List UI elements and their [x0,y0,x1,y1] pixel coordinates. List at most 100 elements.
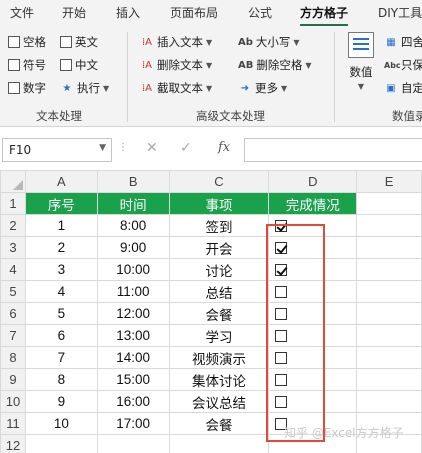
space-checkbox[interactable] [8,36,20,48]
header-cell-no[interactable]: 序号 [24,192,98,215]
cell-status[interactable] [268,368,358,391]
cell-time[interactable]: 8:00 [96,214,170,237]
cell-time[interactable]: 17:00 [96,412,170,435]
column-header-e[interactable]: E [356,170,422,193]
english-option[interactable]: 英文 [60,34,98,50]
cell-time[interactable]: 10:00 [96,258,170,281]
number-checkbox[interactable] [8,82,20,94]
column-header-c[interactable]: C [168,170,270,193]
cell-item[interactable]: 集体讨论 [168,368,270,391]
unchecked-checkbox[interactable] [275,374,288,387]
custom-button[interactable]: ▣ 自定 [384,80,422,96]
cell-status[interactable] [268,346,358,369]
only-keep-button[interactable]: Abc 只保 [384,57,422,73]
cell-no[interactable]: 2 [24,236,98,259]
insert-function-icon[interactable]: fx [218,140,230,155]
cell-time[interactable]: 9:00 [96,236,170,259]
enter-icon[interactable]: ✓ [180,140,192,156]
tab-fangfang[interactable]: 方方格子 [300,4,349,26]
empty-cell[interactable] [96,434,170,453]
empty-cell[interactable] [356,192,422,215]
empty-cell[interactable] [356,346,422,369]
unchecked-checkbox[interactable] [275,352,288,365]
header-cell-item[interactable]: 事项 [168,192,270,215]
round-button[interactable]: ▦ 四舍 [384,34,422,50]
select-all-corner[interactable] [0,170,26,193]
row-header[interactable]: 5 [0,280,26,303]
cell-item[interactable]: 总结 [168,280,270,303]
cell-status[interactable] [268,324,358,347]
cell-item[interactable]: 开会 [168,236,270,259]
row-header[interactable]: 1 [0,192,26,215]
cell-no[interactable]: 5 [24,302,98,325]
cell-time[interactable]: 16:00 [96,390,170,413]
empty-cell[interactable] [356,258,422,281]
row-header[interactable]: 2 [0,214,26,237]
value-button[interactable]: 数值 ▼ [344,32,378,91]
unchecked-checkbox[interactable] [275,396,288,409]
empty-cell[interactable] [356,214,422,237]
cell-no[interactable]: 6 [24,324,98,347]
cell-time[interactable]: 12:00 [96,302,170,325]
row-header[interactable]: 8 [0,346,26,369]
cell-item[interactable]: 签到 [168,214,270,237]
cell-time[interactable]: 13:00 [96,324,170,347]
empty-cell[interactable] [356,280,422,303]
header-cell-time[interactable]: 时间 [96,192,170,215]
empty-cell[interactable] [356,236,422,259]
cell-no[interactable]: 1 [24,214,98,237]
cell-item[interactable]: 讨论 [168,258,270,281]
delete-spaces-button[interactable]: AB 删除空格 ▼ [238,57,312,73]
case-button[interactable]: Ab 大小写 ▼ [238,34,300,50]
column-header-a[interactable]: A [24,170,98,193]
number-option[interactable]: 数字 [8,80,46,96]
symbol-checkbox[interactable] [8,59,20,71]
cell-no[interactable]: 10 [24,412,98,435]
row-header[interactable]: 6 [0,302,26,325]
cell-no[interactable]: 7 [24,346,98,369]
cell-status[interactable] [268,390,358,413]
row-header[interactable]: 3 [0,236,26,259]
cell-status[interactable] [268,280,358,303]
empty-cell[interactable] [24,434,98,453]
cell-status[interactable] [268,258,358,281]
more-button[interactable]: ➜ 更多 ▼ [238,80,287,96]
resize-handle-icon[interactable]: ⋮ [118,142,128,153]
name-box[interactable]: F10 ▼ [2,138,112,162]
cell-no[interactable]: 4 [24,280,98,303]
cell-no[interactable]: 3 [24,258,98,281]
empty-cell[interactable] [356,324,422,347]
chinese-option[interactable]: 中文 [60,57,98,73]
tab-home[interactable]: 开始 [62,4,86,21]
cell-item[interactable]: 会餐 [168,412,270,435]
checked-checkbox[interactable] [275,220,288,233]
row-header[interactable]: 4 [0,258,26,281]
cell-time[interactable]: 15:00 [96,368,170,391]
tab-diy-tools[interactable]: DIY工具 [378,4,422,21]
tab-formulas[interactable]: 公式 [248,4,272,21]
row-header[interactable]: 10 [0,390,26,413]
column-header-d[interactable]: D [268,170,358,193]
row-header[interactable]: 12 [0,434,26,453]
cell-status[interactable] [268,214,358,237]
chevron-down-icon[interactable]: ▼ [99,143,106,153]
cancel-icon[interactable]: ✕ [146,140,158,156]
tab-page-layout[interactable]: 页面布局 [170,4,218,21]
row-header[interactable]: 9 [0,368,26,391]
tab-file[interactable]: 文件 [10,4,34,21]
extract-text-button[interactable]: ⁞A 截取文本 ▼ [140,80,212,96]
cell-item[interactable]: 学习 [168,324,270,347]
chinese-checkbox[interactable] [60,59,72,71]
checked-checkbox[interactable] [275,264,288,277]
tab-insert[interactable]: 插入 [116,4,140,21]
column-header-b[interactable]: B [96,170,170,193]
empty-cell[interactable] [168,434,270,453]
cell-no[interactable]: 9 [24,390,98,413]
row-header[interactable]: 7 [0,324,26,347]
formula-input[interactable] [244,138,422,162]
cell-no[interactable]: 8 [24,368,98,391]
unchecked-checkbox[interactable] [275,330,288,343]
header-cell-status[interactable]: 完成情况 [268,192,358,215]
cell-item[interactable]: 会议总结 [168,390,270,413]
symbol-option[interactable]: 符号 [8,57,46,73]
